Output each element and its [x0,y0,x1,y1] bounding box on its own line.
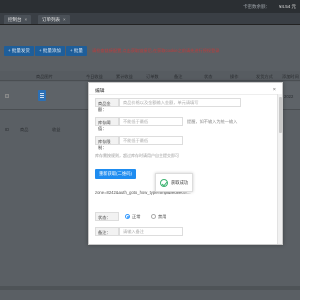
tab-label: 控制台 [8,17,22,22]
column-header: 累计收益 [116,74,133,79]
dialog-scrollbar[interactable] [277,94,282,244]
stock-threshold-row: 库存阈值： 提醒，如不输入为统一输入 [95,117,245,131]
warning-text: 请检查链接配置,点击获取链接后,在获取cookie之前请先进行授权登录 [92,48,220,53]
close-icon[interactable]: × [273,87,276,93]
toast-message: 获取成功 [171,180,189,185]
scrollbar-thumb[interactable] [279,97,282,133]
stock-limit-row: 库存限制： [95,136,245,150]
stock-limit-label: 库存限制： [95,136,119,150]
close-icon[interactable]: × [63,17,66,22]
balance-label: 卡密数余额： [243,4,270,9]
amount-input[interactable] [119,98,241,107]
tab-label: 订单列表 [42,17,60,22]
column-header: 状态 [204,74,213,79]
status-label: 状态： [95,212,119,221]
help-text: 库存需按规则，超过库存时请用户自主提交即可 [95,153,179,158]
tab-console[interactable]: 控制台 × [4,15,32,24]
status-disabled-label: 禁用 [158,214,167,219]
document-icon [38,90,46,101]
table-header: 商品图片 今日收益 累计收益 订单数 备注 状态 操作 发货方式 添加时间 [0,71,300,81]
tab-bar: 控制台 × 订单列表 × [0,13,300,25]
status-row: 状态： 正常 禁用 [95,212,215,221]
batch-ship-button[interactable]: + 批量发货 [4,46,34,56]
check-circle-icon [160,179,168,187]
column-header: 备注 [174,74,183,79]
remark-row: 备注： [95,227,245,236]
success-toast: 获取成功 [155,173,193,192]
edit-dialog: 编辑 × 商品金额： 库存阈值： 提醒，如不输入为统一输入 库存限制： 库存需按… [88,82,283,245]
dialog-title: 编辑 [95,89,105,94]
status-normal-label: 正常 [132,214,141,219]
close-icon[interactable]: × [25,17,28,22]
column-header: 添加时间 [282,74,299,79]
column-header: 今日收益 [86,74,103,79]
amount-label: 商品金额： [95,98,119,112]
status-normal-radio[interactable] [125,214,130,219]
stock-threshold-label: 库存阈值： [95,117,119,131]
get-link-button[interactable]: 重新获取(二维码) [95,169,136,179]
column-header: 商品图片 [36,74,53,79]
batch-add-button[interactable]: + 批量添加 [35,46,65,56]
column-header: 商品 [20,127,29,132]
remark-label: 备注： [95,227,119,236]
column-header: 发货方式 [256,74,273,79]
batch-button[interactable]: + 批量 [66,46,87,56]
column-header: 订单数 [146,74,159,79]
top-bar: 卡密数余额： ¥4.54 元 [0,0,300,13]
balance-value: ¥4.54 元 [278,4,296,9]
tab-order-list[interactable]: 订单列表 × [38,15,70,24]
amount-field-row: 商品金额： [95,98,245,112]
stock-threshold-input[interactable] [119,117,183,126]
column-header: 操作 [230,74,239,79]
row-checkbox[interactable] [5,94,9,98]
dialog-body: 商品金额： 库存阈值： 提醒，如不输入为统一输入 库存限制： 库存需按规则，超过… [89,94,278,244]
column-header: ID [5,127,10,132]
stock-threshold-hint: 提醒，如不输入为统一输入 [187,119,238,124]
row-date: 2022 [284,94,294,99]
status-disabled-radio[interactable] [151,214,156,219]
remark-input[interactable] [119,227,183,236]
horizontal-scrollbar[interactable] [0,286,300,290]
column-header: 收益 [52,127,61,132]
stock-limit-input[interactable] [119,136,183,145]
